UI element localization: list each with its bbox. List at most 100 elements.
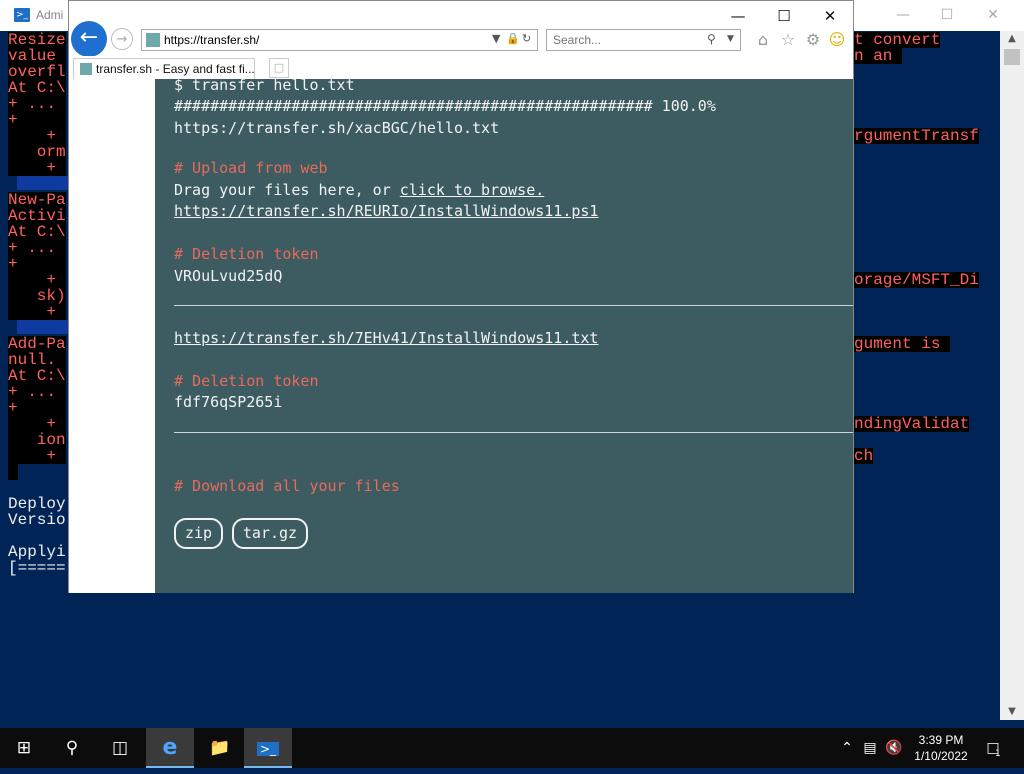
clock-time: 3:39 PM	[918, 733, 964, 747]
console-line: value	[8, 47, 66, 65]
console-line-fragment: ch	[854, 447, 874, 465]
console-line: Add-Pa	[8, 335, 66, 353]
console-line: orm	[8, 143, 66, 161]
console-line: Resize	[8, 31, 66, 49]
windows-logo-icon: ⊞	[16, 738, 32, 758]
scroll-down-arrow-icon[interactable]: ▼	[1000, 706, 1024, 717]
upload-comment: # Upload from web	[174, 159, 328, 177]
console-line-fragment: rgumentTransf	[854, 127, 979, 145]
console-line: + ...	[8, 239, 66, 257]
console-line: overfl	[8, 63, 66, 81]
ie-maximize-button[interactable]: ☐	[761, 4, 807, 28]
browse-link[interactable]: click to browse.	[400, 181, 545, 199]
tab-strip: transfer.sh - Easy and fast fi... □	[69, 56, 853, 79]
console-line-fragment: t convert	[854, 31, 941, 49]
scroll-up-arrow-icon[interactable]: ▲	[1000, 33, 1024, 44]
clock-date: 1/10/2022	[914, 749, 968, 763]
network-icon[interactable]: ▤	[860, 728, 880, 768]
zip-download-button[interactable]: zip	[174, 518, 223, 549]
new-tab-icon: □	[273, 61, 285, 74]
hello-url: https://transfer.sh/xacBGC/hello.txt	[174, 119, 500, 137]
back-button[interactable]: ←	[71, 21, 107, 57]
console-line: + ...	[8, 95, 66, 113]
console-line-fragment: orage/MSFT_Di	[854, 271, 979, 289]
address-input[interactable]	[164, 31, 464, 49]
file1-link[interactable]: https://transfer.sh/REURIo/InstallWindow…	[174, 202, 598, 220]
powershell-title: Admi	[36, 8, 64, 22]
targz-download-button[interactable]: tar.gz	[232, 518, 308, 549]
settings-gear-icon[interactable]: ⚙	[803, 29, 823, 51]
ps-maximize-button[interactable]: ☐	[924, 4, 970, 26]
address-dropdown-icon[interactable]: ▼	[492, 32, 500, 45]
console-line-fragment: n an	[854, 47, 903, 65]
console-line: +	[8, 111, 66, 129]
file2-link[interactable]: https://transfer.sh/7EHv41/InstallWindow…	[174, 329, 598, 347]
console-line-fragment: gument is	[854, 335, 951, 353]
search-box: ⚲ ▼	[546, 29, 741, 51]
deletion-token-2: fdf76qSP265i	[174, 393, 283, 411]
search-input[interactable]	[553, 31, 703, 49]
action-center-button[interactable]: □ 1	[980, 728, 1006, 768]
console-line: + ...	[8, 383, 66, 401]
download-comment: # Download all your files	[174, 477, 400, 495]
console-line: +	[8, 303, 66, 321]
internet-explorer-icon: e	[162, 735, 178, 760]
search-button[interactable]: ⚲	[48, 728, 96, 768]
console-line: sk)	[8, 287, 66, 305]
powershell-icon: >_	[256, 742, 280, 756]
console-line: Activi	[8, 207, 66, 225]
console-line: null.	[8, 351, 66, 369]
forward-arrow-icon: →	[116, 32, 128, 47]
tab-transfer-sh[interactable]: transfer.sh - Easy and fast fi...	[73, 58, 255, 79]
system-clock[interactable]: 3:39 PM 1/10/2022	[908, 732, 974, 764]
scrollbar-thumb[interactable]	[1004, 49, 1020, 65]
divider	[174, 432, 853, 433]
powershell-icon: >_	[14, 8, 30, 22]
search-dropdown-icon[interactable]: ▼	[727, 34, 734, 44]
start-button[interactable]: ⊞	[0, 728, 48, 768]
console-line: New-Pa	[8, 191, 66, 209]
powershell-taskbar-button[interactable]: >_	[244, 728, 292, 768]
transfer-terminal-panel: $ transfer hello.txt ###################…	[155, 79, 853, 593]
ps-minimize-button[interactable]: —	[880, 4, 926, 26]
page-viewport: $ transfer hello.txt ###################…	[69, 79, 853, 593]
home-icon[interactable]: ⌂	[753, 29, 773, 51]
volume-muted-icon[interactable]: 🔇	[884, 728, 904, 768]
show-hidden-icons-chevron-icon[interactable]: ⌃	[838, 728, 856, 768]
command-line: $ transfer hello.txt	[174, 79, 355, 94]
ie-close-button[interactable]: ✕	[807, 4, 853, 28]
console-line: +	[8, 399, 66, 417]
search-icon: ⚲	[65, 738, 79, 758]
lock-icon[interactable]: 🔒	[506, 32, 520, 45]
favorites-star-icon[interactable]: ☆	[778, 29, 798, 51]
console-line: Versio	[8, 511, 66, 529]
progress-line: ########################################…	[174, 97, 716, 115]
search-icon[interactable]: ⚲	[707, 32, 716, 46]
task-view-button[interactable]: ◫	[96, 728, 144, 768]
feedback-smiley-icon[interactable]: ☺	[827, 29, 847, 51]
deletion-comment-2: # Deletion token	[174, 372, 319, 390]
internet-explorer-taskbar-button[interactable]: e	[146, 728, 194, 768]
ps-close-button[interactable]: ✕	[970, 4, 1016, 26]
deletion-token-1: VROuLvud25dQ	[174, 267, 283, 285]
ie-minimize-button[interactable]: —	[715, 4, 761, 28]
divider	[174, 305, 853, 306]
console-line: [=====	[8, 559, 66, 577]
forward-button[interactable]: →	[111, 28, 133, 50]
console-line: Deploy	[8, 495, 66, 513]
console-scrollbar[interactable]: ▲ ▼	[1000, 31, 1024, 720]
taskbar: ⊞ ⚲ ◫ e 📁 >_ ⌃ ▤ 🔇 3:39 PM 1/10/2022 □ 1	[0, 728, 1024, 768]
new-tab-button[interactable]: □	[269, 58, 289, 78]
file-explorer-taskbar-button[interactable]: 📁	[196, 728, 244, 768]
console-line: Applyi	[8, 543, 66, 561]
notification-count: 1	[995, 749, 1001, 759]
drag-drop-line: Drag your files here, or click to browse…	[174, 181, 544, 199]
console-line: At C:\	[8, 367, 66, 385]
internet-explorer-window: — ☐ ✕ ← → ▼ 🔒 ↻ ⚲ ▼ ⌂ ☆ ⚙ ☺ transfer.sh …	[68, 0, 854, 593]
drag-text: Drag your files here, or	[174, 181, 400, 199]
address-bar: ▼ 🔒 ↻	[141, 29, 538, 51]
refresh-icon[interactable]: ↻	[522, 32, 531, 45]
console-line-fragment: ndingValidat	[854, 415, 970, 433]
tab-title: transfer.sh - Easy and fast fi...	[96, 62, 255, 76]
deletion-comment-1: # Deletion token	[174, 245, 319, 263]
